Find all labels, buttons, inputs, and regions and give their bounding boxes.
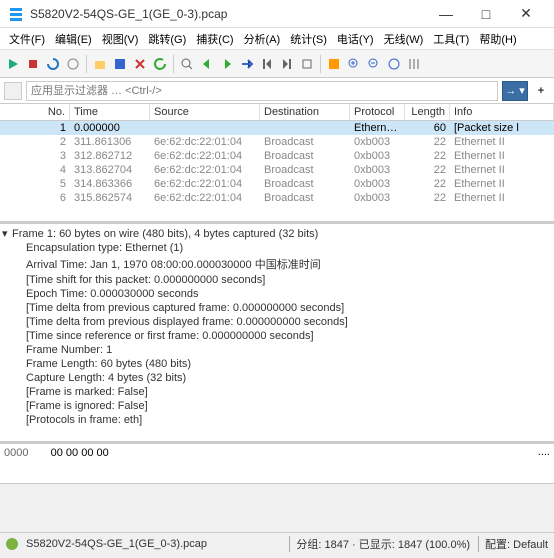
goto-icon[interactable] xyxy=(238,55,256,73)
hex-ascii: .... xyxy=(538,446,550,458)
menu-edit[interactable]: 编辑(E) xyxy=(50,31,97,47)
stop-capture-icon[interactable] xyxy=(24,55,42,73)
status-bar: S5820V2-54QS-GE_1(GE_0-3).pcap 分组: 1847 … xyxy=(0,532,554,554)
colorize-icon[interactable] xyxy=(325,55,343,73)
frame-detail-line[interactable]: Arrival Time: Jan 1, 1970 08:00:00.00003… xyxy=(2,255,552,273)
prev-icon[interactable] xyxy=(198,55,216,73)
frame-detail-line[interactable]: [Protocols in frame: eth] xyxy=(2,413,552,427)
maximize-button[interactable]: □ xyxy=(466,0,506,28)
separator xyxy=(86,55,87,73)
frame-detail-line[interactable]: Frame Length: 60 bytes (480 bits) xyxy=(2,357,552,371)
frame-detail-line[interactable]: [Frame is ignored: False] xyxy=(2,399,552,413)
filter-bar: → ▾ + xyxy=(0,78,554,104)
status-file: S5820V2-54QS-GE_1(GE_0-3).pcap xyxy=(26,538,281,550)
menu-analyze[interactable]: 分析(A) xyxy=(239,31,286,47)
reload-icon[interactable] xyxy=(151,55,169,73)
menu-file[interactable]: 文件(F) xyxy=(4,31,50,47)
menu-tools[interactable]: 工具(T) xyxy=(428,31,474,47)
separator xyxy=(173,55,174,73)
packet-details[interactable]: ▾Frame 1: 60 bytes on wire (480 bits), 4… xyxy=(0,224,554,444)
frame-detail-line[interactable]: Epoch Time: 0.000030000 seconds xyxy=(2,287,552,301)
frame-detail-line[interactable]: Frame Number: 1 xyxy=(2,343,552,357)
options-icon[interactable] xyxy=(64,55,82,73)
resize-cols-icon[interactable] xyxy=(405,55,423,73)
frame-detail-line[interactable]: [Time delta from previous displayed fram… xyxy=(2,315,552,329)
close-button[interactable]: ✕ xyxy=(506,0,546,28)
status-packets: 分组: 1847 · 已显示: 1847 (100.0%) xyxy=(289,536,470,552)
app-icon xyxy=(8,6,24,22)
hex-view[interactable]: 0000 00 00 00 00 .... xyxy=(0,444,554,484)
frame-detail-line[interactable]: [Time shift for this packet: 0.000000000… xyxy=(2,273,552,287)
first-icon[interactable] xyxy=(258,55,276,73)
packet-row[interactable]: 6315.8625746e:62:dc:22:01:04Broadcast0xb… xyxy=(0,191,554,205)
expert-info-icon[interactable] xyxy=(6,538,18,550)
hex-bytes: 00 00 00 00 xyxy=(51,447,109,459)
minimize-button[interactable]: — xyxy=(426,0,466,28)
menubar: 文件(F) 编辑(E) 视图(V) 跳转(G) 捕获(C) 分析(A) 统计(S… xyxy=(0,28,554,50)
menu-go[interactable]: 跳转(G) xyxy=(143,31,191,47)
menu-capture[interactable]: 捕获(C) xyxy=(191,31,238,47)
save-icon[interactable] xyxy=(111,55,129,73)
col-source[interactable]: Source xyxy=(150,104,260,120)
frame-detail-line[interactable]: Encapsulation type: Ethernet (1) xyxy=(2,241,552,255)
packet-row[interactable]: 2311.8613066e:62:dc:22:01:04Broadcast0xb… xyxy=(0,135,554,149)
col-dest[interactable]: Destination xyxy=(260,104,350,120)
col-proto[interactable]: Protocol xyxy=(350,104,405,120)
titlebar: S5820V2-54QS-GE_1(GE_0-3).pcap — □ ✕ xyxy=(0,0,554,28)
bookmark-icon[interactable] xyxy=(4,82,22,100)
last-icon[interactable] xyxy=(278,55,296,73)
empty-area xyxy=(0,484,554,532)
separator xyxy=(320,55,321,73)
col-length[interactable]: Length xyxy=(405,104,450,120)
display-filter-input[interactable] xyxy=(26,81,498,101)
hex-offset: 0000 xyxy=(4,447,44,459)
menu-help[interactable]: 帮助(H) xyxy=(474,31,521,47)
zoom-out-icon[interactable] xyxy=(365,55,383,73)
autoscroll-icon[interactable] xyxy=(298,55,316,73)
col-time[interactable]: Time xyxy=(70,104,150,120)
close-file-icon[interactable] xyxy=(131,55,149,73)
apply-filter-button[interactable]: → ▾ xyxy=(502,81,528,101)
frame-detail-line[interactable]: [Time since reference or first frame: 0.… xyxy=(2,329,552,343)
menu-statistics[interactable]: 统计(S) xyxy=(285,31,332,47)
packet-row[interactable]: 4313.8627046e:62:dc:22:01:04Broadcast0xb… xyxy=(0,163,554,177)
status-profile[interactable]: 配置: Default xyxy=(478,536,548,552)
frame-detail-line[interactable]: Capture Length: 4 bytes (32 bits) xyxy=(2,371,552,385)
packet-list-header: No. Time Source Destination Protocol Len… xyxy=(0,104,554,121)
frame-detail-line[interactable]: [Frame is marked: False] xyxy=(2,385,552,399)
packet-row[interactable]: 5314.8633666e:62:dc:22:01:04Broadcast0xb… xyxy=(0,177,554,191)
add-filter-button[interactable]: + xyxy=(532,82,550,100)
frame-header[interactable]: ▾Frame 1: 60 bytes on wire (480 bits), 4… xyxy=(2,226,552,241)
col-no[interactable]: No. xyxy=(0,104,70,120)
zoom-reset-icon[interactable] xyxy=(385,55,403,73)
open-icon[interactable] xyxy=(91,55,109,73)
menu-view[interactable]: 视图(V) xyxy=(97,31,144,47)
menu-wireless[interactable]: 无线(W) xyxy=(379,31,429,47)
zoom-in-icon[interactable] xyxy=(345,55,363,73)
frame-detail-line[interactable]: [Time delta from previous captured frame… xyxy=(2,301,552,315)
menu-telephony[interactable]: 电话(Y) xyxy=(332,31,379,47)
packet-list[interactable]: No. Time Source Destination Protocol Len… xyxy=(0,104,554,224)
toolbar xyxy=(0,50,554,78)
restart-capture-icon[interactable] xyxy=(44,55,62,73)
next-icon[interactable] xyxy=(218,55,236,73)
start-capture-icon[interactable] xyxy=(4,55,22,73)
packet-row[interactable]: 3312.8627126e:62:dc:22:01:04Broadcast0xb… xyxy=(0,149,554,163)
find-icon[interactable] xyxy=(178,55,196,73)
window-title: S5820V2-54QS-GE_1(GE_0-3).pcap xyxy=(30,7,426,21)
col-info[interactable]: Info xyxy=(450,104,554,120)
packet-row[interactable]: 10.000000Ethern…60[Packet size l xyxy=(0,121,554,135)
